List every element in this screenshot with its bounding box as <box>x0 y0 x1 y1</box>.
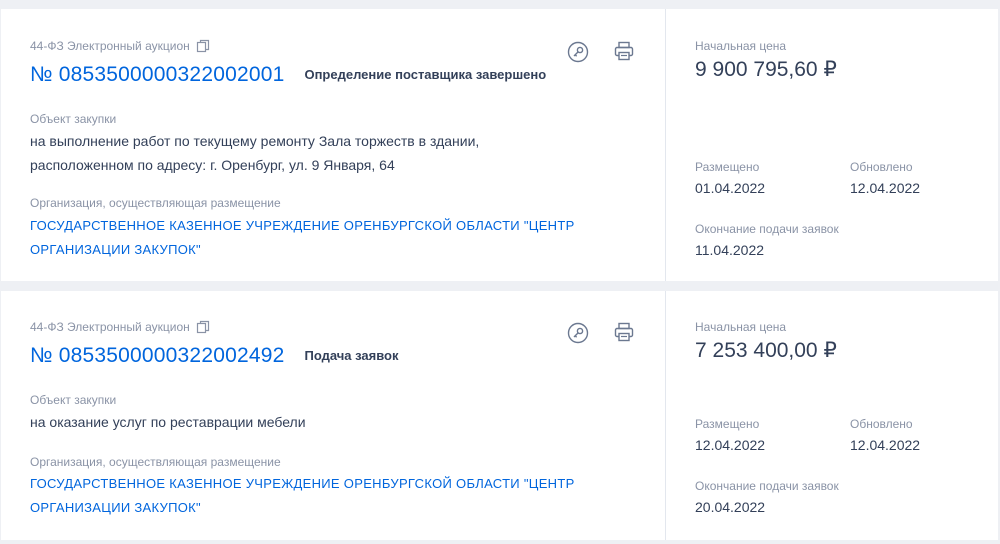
procurement-type: 44-ФЗ Электронный аукцион <box>30 39 210 53</box>
purchase-number-link[interactable]: № 0853500000322002001 <box>30 63 284 87</box>
purchase-card: 44-ФЗ Электронный аукцион № 085350000032… <box>1 9 998 281</box>
purchase-card-main: 44-ФЗ Электронный аукцион № 085350000032… <box>1 9 665 281</box>
procurement-type-label: 44-ФЗ Электронный аукцион <box>30 39 190 53</box>
key-icon[interactable] <box>567 41 589 63</box>
key-icon[interactable] <box>567 322 589 344</box>
purchase-card-details: Начальная цена 9 900 795,60 ₽ Размещено … <box>666 9 998 281</box>
copy-icon[interactable] <box>196 320 210 334</box>
purchase-card-main: 44-ФЗ Электронный аукцион № 085350000032… <box>1 291 665 540</box>
price-value: 9 900 795,60 ₽ <box>695 58 837 81</box>
status-text: Определение поставщика завершено <box>304 67 547 82</box>
placed-label: Размещено <box>695 417 760 431</box>
procurement-type: 44-ФЗ Электронный аукцион <box>30 320 210 334</box>
placed-date: 01.04.2022 <box>695 180 766 196</box>
purchase-number-link[interactable]: № 0853500000322002492 <box>30 344 284 368</box>
purchase-card-details: Начальная цена 7 253 400,00 ₽ Размещено … <box>666 291 998 540</box>
procurement-type-label: 44-ФЗ Электронный аукцион <box>30 320 190 334</box>
updated-label: Обновлено <box>850 417 913 431</box>
copy-icon[interactable] <box>196 39 210 53</box>
purchase-list: 44-ФЗ Электронный аукцион № 085350000032… <box>0 0 1000 544</box>
organization-label: Организация, осуществляющая размещение <box>30 196 281 210</box>
price-label: Начальная цена <box>695 39 787 53</box>
print-icon[interactable] <box>613 321 635 343</box>
purchase-number-line: № 0853500000322002492 Подача заявок <box>30 344 399 368</box>
updated-date: 12.04.2022 <box>850 180 921 196</box>
deadline-label: Окончание подачи заявок <box>695 222 839 236</box>
placed-date: 12.04.2022 <box>695 437 766 453</box>
price-label: Начальная цена <box>695 320 787 334</box>
purchase-card: 44-ФЗ Электронный аукцион № 085350000032… <box>1 291 998 540</box>
object-text-line: на выполнение работ по текущему ремонту … <box>30 133 480 149</box>
organization-link[interactable]: ОРГАНИЗАЦИИ ЗАКУПОК" <box>30 237 650 263</box>
deadline-label: Окончание подачи заявок <box>695 479 839 493</box>
updated-label: Обновлено <box>850 160 913 174</box>
updated-date: 12.04.2022 <box>850 437 921 453</box>
organization-link[interactable]: ОРГАНИЗАЦИИ ЗАКУПОК" <box>30 495 650 521</box>
object-text-line: на оказание услуг по реставрации мебели <box>30 414 306 430</box>
status-text: Подача заявок <box>304 348 399 363</box>
organization-link[interactable]: ГОСУДАРСТВЕННОЕ КАЗЕННОЕ УЧРЕЖДЕНИЕ ОРЕН… <box>30 213 650 239</box>
object-label: Объект закупки <box>30 112 117 126</box>
organization-label: Организация, осуществляющая размещение <box>30 455 281 469</box>
deadline-date: 11.04.2022 <box>695 242 765 258</box>
object-label: Объект закупки <box>30 393 117 407</box>
price-value: 7 253 400,00 ₽ <box>695 339 837 362</box>
purchase-number-line: № 0853500000322002001 Определение постав… <box>30 63 546 87</box>
deadline-date: 20.04.2022 <box>695 499 766 515</box>
organization-link[interactable]: ГОСУДАРСТВЕННОЕ КАЗЕННОЕ УЧРЕЖДЕНИЕ ОРЕН… <box>30 471 650 497</box>
object-text-line: расположенном по адресу: г. Оренбург, ул… <box>30 157 395 173</box>
placed-label: Размещено <box>695 160 760 174</box>
print-icon[interactable] <box>613 40 635 62</box>
